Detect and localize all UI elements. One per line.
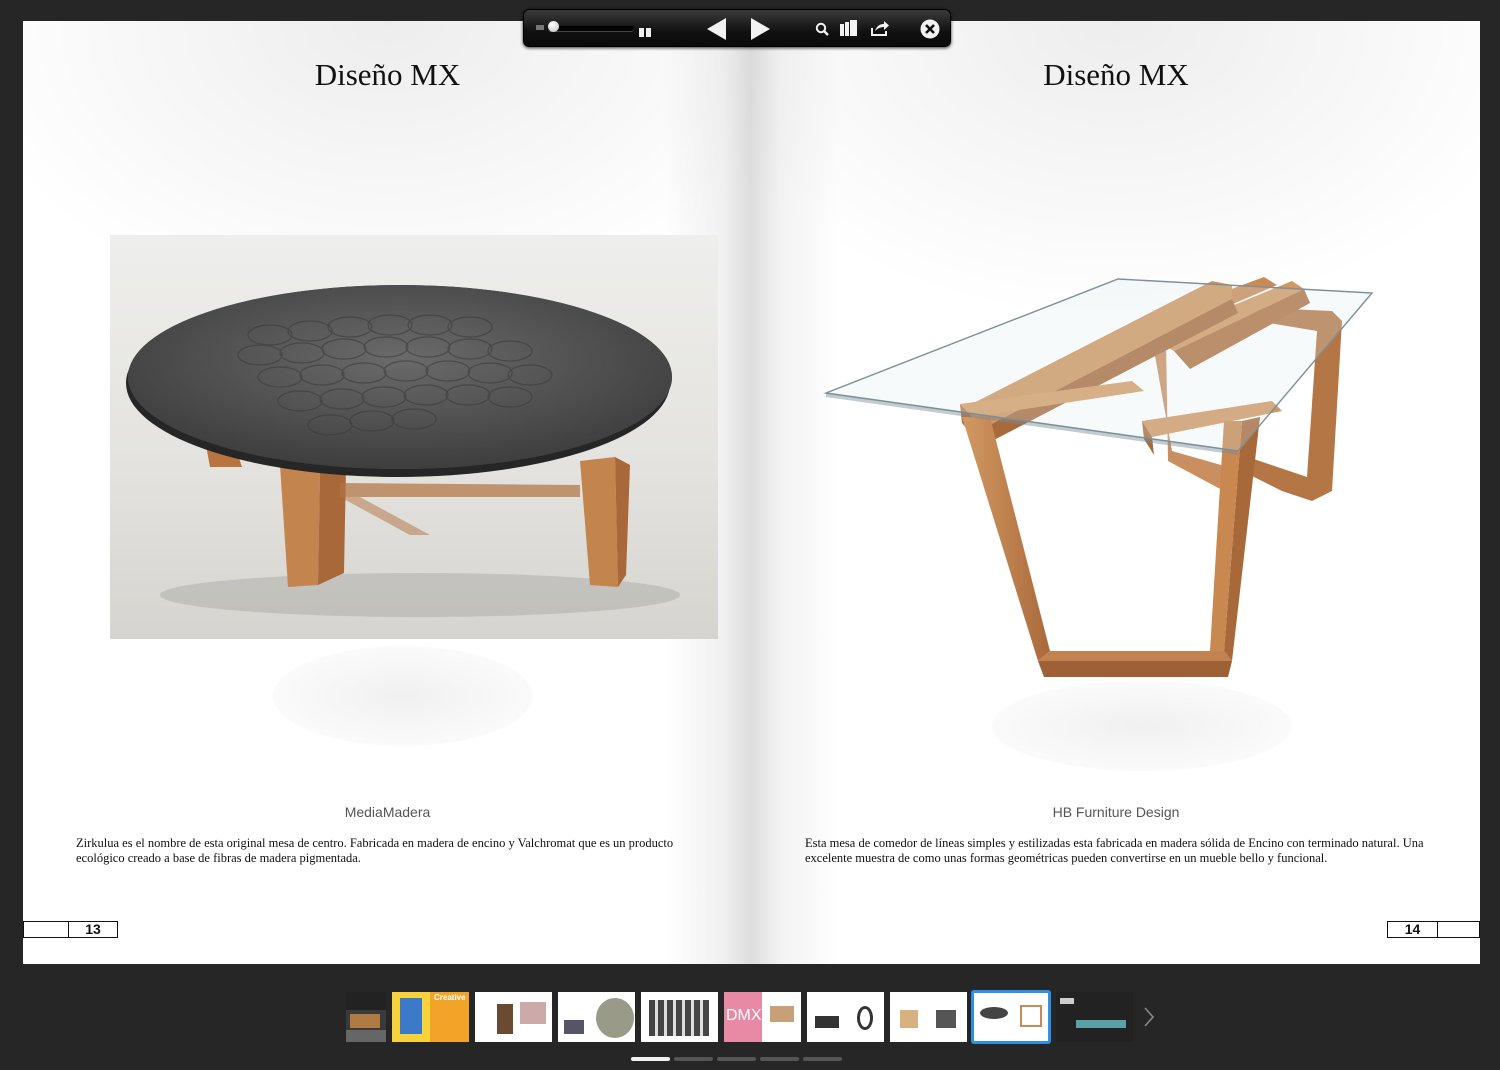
- zoom-slider-thumb[interactable]: [548, 21, 559, 32]
- thumbnail-page[interactable]: [641, 992, 718, 1042]
- left-page: Diseño MX MediaMadera Zirkulua es el nom…: [23, 21, 752, 964]
- viewer-toolbar: [523, 9, 951, 47]
- right-body-text: Esta mesa de comedor de líneas simples y…: [805, 836, 1424, 865]
- right-page-number: 14: [1404, 921, 1421, 937]
- thumbnail-page[interactable]: [475, 992, 552, 1042]
- chevron-right-icon[interactable]: [1142, 1006, 1156, 1028]
- right-caption: HB Furniture Design: [1052, 804, 1180, 820]
- pager-dot[interactable]: [760, 1057, 799, 1061]
- pager-dot[interactable]: [717, 1057, 756, 1061]
- pager-dot[interactable]: [803, 1057, 842, 1061]
- thumbnail-current[interactable]: [971, 990, 1051, 1044]
- thumbnail-label: Creative: [434, 993, 466, 1002]
- left-page-number: 13: [85, 921, 101, 937]
- search-icon[interactable]: [815, 22, 829, 36]
- left-body-text: Zirkulua es el nombre de esta original m…: [76, 836, 674, 865]
- zoom-slider-track[interactable]: [548, 26, 634, 31]
- right-page-title: Diseño MX: [1043, 57, 1189, 92]
- magazine-spread: Diseño MX MediaMadera Zirkulua es el nom…: [23, 21, 1480, 964]
- right-page: Diseño MX HB Furniture Design Esta mesa …: [752, 21, 1480, 964]
- right-page-number-box: [1437, 921, 1480, 938]
- grid-icon[interactable]: [639, 24, 651, 37]
- thumbnail-creative[interactable]: Creative: [392, 992, 469, 1042]
- share-icon[interactable]: [871, 20, 889, 36]
- photo-reflection: [273, 646, 533, 746]
- thumbnail-label: DMX: [726, 1007, 762, 1024]
- zoom-out-icon[interactable]: [536, 25, 544, 30]
- prev-arrow-icon[interactable]: [707, 18, 727, 40]
- close-icon[interactable]: [920, 19, 940, 39]
- pager-dot-active[interactable]: [631, 1057, 670, 1061]
- thumbnail-cover[interactable]: [346, 992, 386, 1042]
- next-arrow-icon[interactable]: [750, 18, 770, 40]
- thumbnail-dmx[interactable]: DMX: [724, 992, 801, 1042]
- thumbnail-page[interactable]: [890, 992, 967, 1042]
- thumbnail-page[interactable]: [558, 992, 635, 1042]
- library-icon[interactable]: [840, 20, 858, 36]
- left-page-number-box: [23, 921, 69, 938]
- pager-dot[interactable]: [674, 1057, 713, 1061]
- thumbnail-strip: Creative DMX: [346, 990, 1136, 1044]
- coffee-table-photo: [110, 235, 718, 639]
- dining-table-photo: [812, 241, 1412, 711]
- left-caption: MediaMadera: [344, 804, 431, 820]
- thumbnail-page[interactable]: [807, 992, 884, 1042]
- thumbnail-page[interactable]: [1056, 992, 1133, 1042]
- photo-reflection: [992, 681, 1292, 771]
- left-page-title: Diseño MX: [314, 57, 461, 92]
